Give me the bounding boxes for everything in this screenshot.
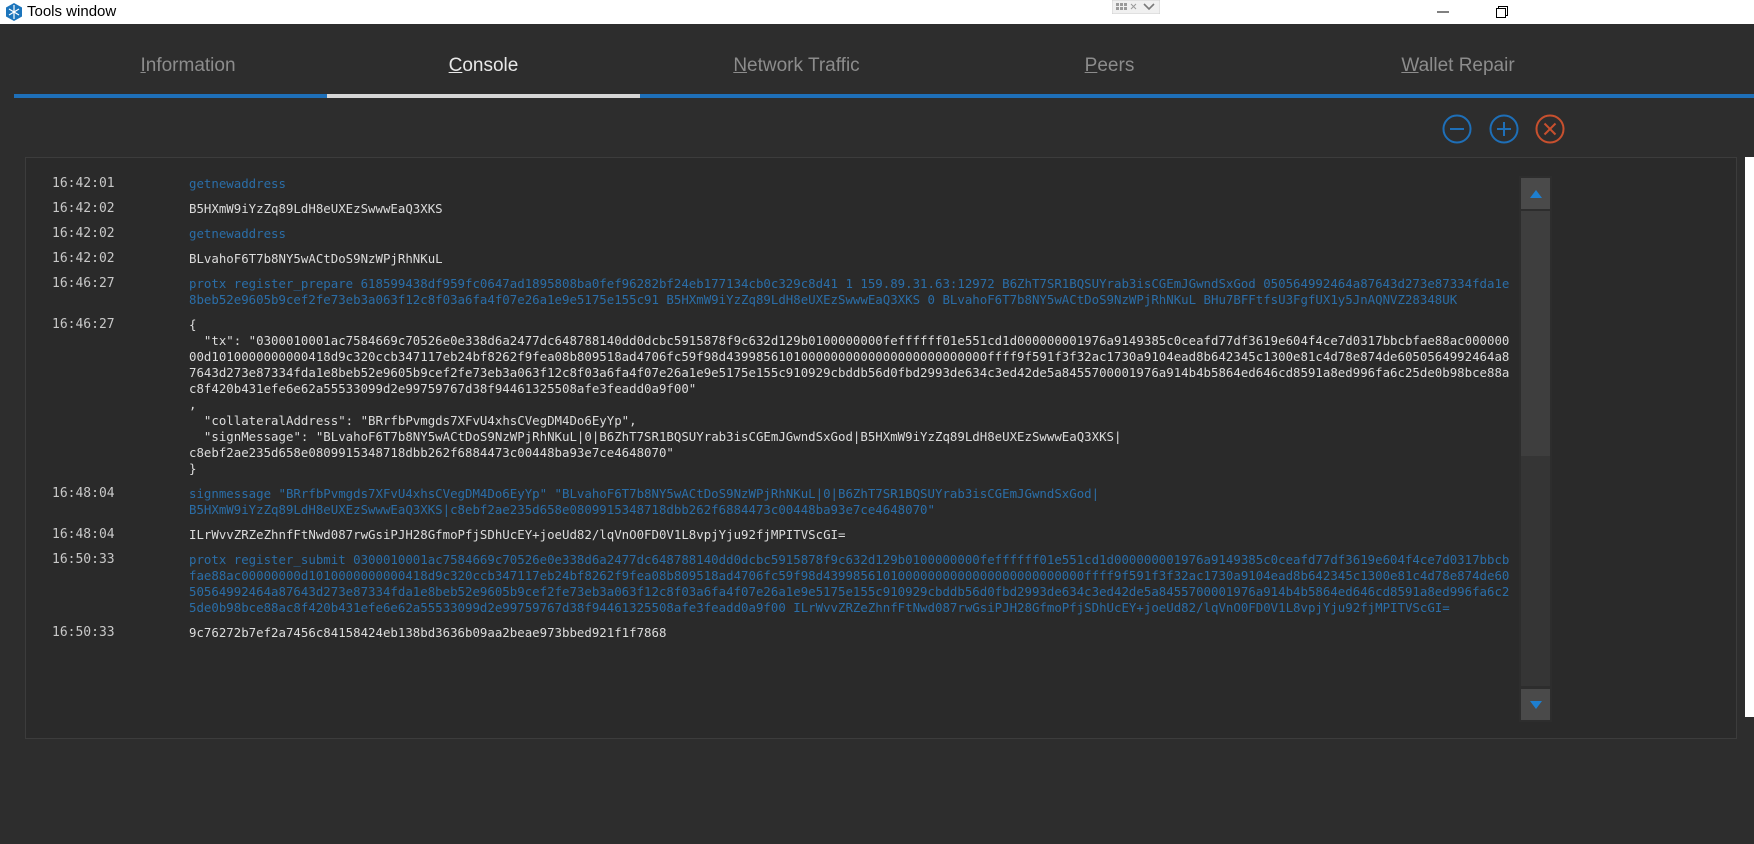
console-timestamp: 16:42:02 [52,226,115,241]
tab-bar: Information Console Network Traffic Peer… [14,44,1754,98]
tab-accel: N [733,55,748,76]
tab-network-traffic[interactable]: Network Traffic [640,44,953,98]
tab-label: eers [1097,55,1135,76]
tab-label: onsole [462,55,519,76]
console-scrollbar[interactable] [1519,176,1552,722]
console-command: getnewaddress [189,176,286,191]
scroll-down-button[interactable] [1521,689,1550,720]
triangle-down-icon [1529,700,1542,709]
console-line: 16:46:27 protx register_prepare 618599438… [26,276,1516,308]
window-title: Tools window [27,3,117,20]
scroll-thumb[interactable] [1521,211,1550,456]
console-line: 16:48:04 signmessage "BRrfbPvmgds7XFvU4xh… [26,486,1516,518]
console-timestamp: 16:50:33 [52,625,115,640]
console-timestamp: 16:48:04 [52,486,115,501]
console-command: signmessage "BRrfbPvmgds7XFvU4xhsCVegDM4… [189,486,1100,517]
restore-button[interactable] [1479,0,1525,24]
console-line: 16:42:02 getnewaddress [26,226,1516,242]
restore-icon [1496,6,1508,18]
scroll-up-button[interactable] [1521,178,1550,209]
console-reply: ILrWvvZRZeZhnfFtNwd087rwGsiPJH28GfmoPfjS… [189,527,846,542]
console-line: 16:42:02 BLvahoF6T7b8NY5wACtDoS9NzWPjRhNK… [26,251,1516,267]
console-line: 16:50:33 protx register_submit 0300010001… [26,552,1516,616]
console-lines: 16:42:01 getnewaddress 16:42:02 B5HXmW9iYzZ… [26,176,1516,641]
tab-accel: W [1401,55,1419,76]
tab-underline [327,94,640,98]
console-timestamp: 16:50:33 [52,552,115,567]
tab-console[interactable]: Console [327,44,640,98]
tab-underline [1266,94,1754,98]
console-timestamp: 16:42:02 [52,251,115,266]
minimize-icon [1437,11,1449,13]
tab-accel: C [448,55,463,76]
console-reply: 9c76272b7ef2a7456c84158424eb138bd3636b09… [189,625,667,640]
zoom-out-icon[interactable] [1441,113,1473,145]
console-timestamp: 16:46:27 [52,276,115,291]
tab-label: nformation [145,55,236,76]
scroll-track[interactable] [1521,211,1550,686]
cube-grid-icon [6,3,22,21]
tab-label: etwork Traffic [747,55,860,76]
console-timestamp: 16:42:02 [52,201,115,216]
console-output[interactable]: 16:42:01 getnewaddress 16:42:02 B5HXmW9iYzZ… [25,157,1737,739]
console-timestamp: 16:42:01 [52,176,115,191]
console-command: protx register_prepare 618599438df959fc0… [189,276,1510,307]
console-reply: BLvahoF6T7b8NY5wACtDoS9NzWPjRhNKuL [189,251,443,266]
console-line: 16:48:04 ILrWvvZRZeZhnfFtNwd087rwGsiPJH28… [26,527,1516,543]
minimize-button[interactable] [1420,0,1466,24]
tab-information[interactable]: Information [14,44,362,98]
triangle-up-icon [1529,189,1542,198]
zoom-in-icon[interactable] [1488,113,1520,145]
tab-accel: P [1084,55,1098,76]
console-command: getnewaddress [189,226,286,241]
console-line: 16:42:02 B5HXmW9iYzZq89LdH8eUXEzSwwwEaQ3X… [26,201,1516,217]
grid-dropdown-icon[interactable] [1112,0,1160,14]
window-edge [1745,157,1754,717]
tab-underline [953,94,1266,98]
console-line: 16:42:01 getnewaddress [26,176,1516,192]
console-timestamp: 16:46:27 [52,317,115,332]
console-line: 16:46:27 { "tx": "0300010001ac7584669c705… [26,317,1516,477]
console-line: 16:50:33 9c76272b7ef2a7456c84158424eb138b… [26,625,1516,641]
console-reply: B5HXmW9iYzZq89LdH8eUXEzSwwwEaQ3XKS [189,201,443,216]
tab-peers[interactable]: Peers [953,44,1266,98]
console-reply: { "tx": "0300010001ac7584669c70526e0e338… [189,317,1510,476]
tab-label: allet Repair [1418,55,1515,76]
console-timestamp: 16:48:04 [52,527,115,542]
clear-console-icon[interactable] [1534,113,1566,145]
tab-underline [640,94,953,98]
tab-wallet-repair[interactable]: Wallet Repair [1266,44,1754,98]
tab-underline [14,94,362,98]
title-bar: Tools window [0,0,1754,24]
console-command: protx register_submit 0300010001ac758466… [189,552,1510,615]
